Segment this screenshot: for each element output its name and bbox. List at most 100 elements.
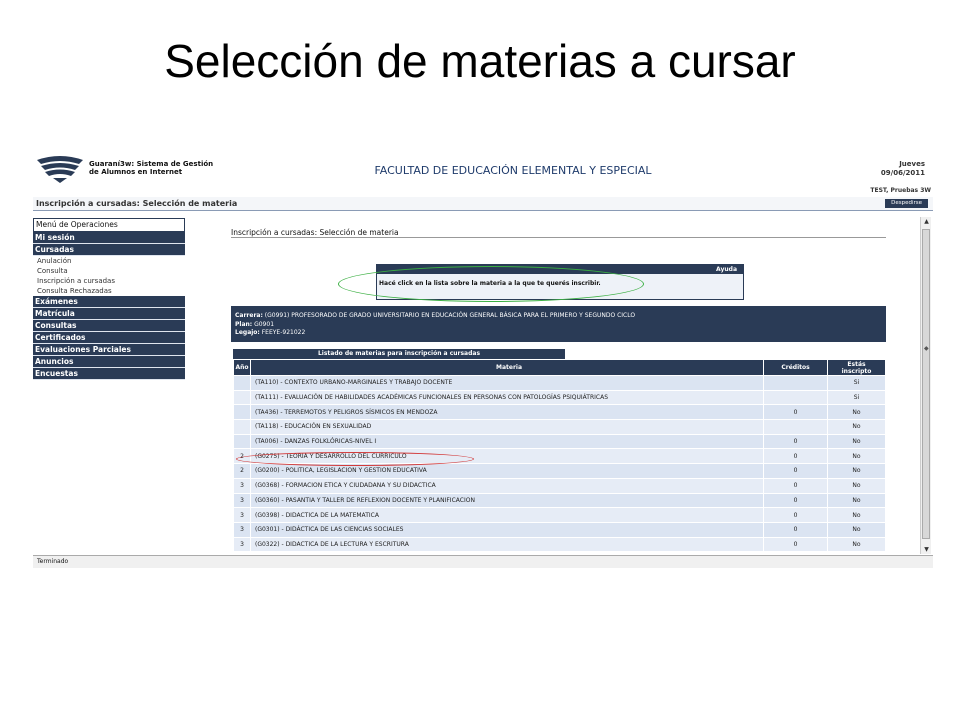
row-subject-link[interactable]: (G0200) - POLITICA, LEGISLACION Y GESTIO… — [249, 463, 765, 479]
date-box: Jueves 09/06/2011 — [881, 160, 925, 178]
table-row[interactable]: 3 (G0398) - DIDACTICA DE LA MATEMATICA 0 No — [233, 507, 886, 523]
row-enrolled: No — [827, 419, 886, 435]
table-row[interactable]: 3 (G0360) - PASANTIA Y TALLER DE REFLEXIO… — [233, 492, 886, 509]
row-subject-link[interactable]: (TA436) - TERREMOTOS Y PELIGROS SÍSMICOS… — [249, 404, 765, 421]
row-subject-link[interactable]: (TA118) - EDUCACIÓN EN SEXUALIDAD — [249, 419, 765, 435]
row-enrolled: Si — [827, 389, 886, 406]
menu-item-anuncios[interactable]: Anuncios — [33, 356, 185, 368]
row-year: 2 — [233, 463, 251, 479]
row-year: 3 — [233, 492, 251, 509]
row-subject-link[interactable]: (TA110) - CONTEXTO URBANO-MARGINALES Y T… — [249, 375, 765, 391]
content-title: Inscripción a cursadas: Selección de mat… — [231, 228, 399, 237]
table-row[interactable]: 3 (G0301) - DIDÁCTICA DE LAS CIENCIAS SOC… — [233, 521, 886, 538]
row-enrolled: No — [827, 404, 886, 421]
slide-title: Selección de materias a cursar — [164, 35, 796, 87]
row-enrolled: No — [827, 507, 886, 523]
header-credits: Créditos — [763, 359, 829, 376]
guarani-logo-icon — [37, 156, 83, 183]
row-year — [233, 419, 251, 435]
weekday: Jueves — [899, 160, 925, 168]
red-highlight-ellipse — [236, 452, 474, 466]
table-row[interactable]: (TA111) - EVALUACIÓN DE HABILIDADES ACAD… — [233, 389, 886, 406]
row-enrolled: No — [827, 492, 886, 509]
vertical-scrollbar[interactable]: ▲ ▼ — [920, 217, 931, 554]
row-subject-link[interactable]: (TA006) - DANZAS FOLKLÓRICAS-NIVEL I — [249, 433, 765, 450]
plan-value: G0901 — [252, 320, 275, 328]
legajo-line: Legajo: FEEYE-921022 — [235, 329, 882, 338]
header-year: Año — [233, 359, 251, 376]
row-subject-link[interactable]: (G0322) - DIDACTICA DE LA LECTURA Y ESCR… — [249, 536, 765, 553]
row-enrolled: No — [827, 448, 886, 465]
row-credits: 0 — [763, 463, 829, 479]
menu-item-encuestas[interactable]: Encuestas — [33, 368, 185, 380]
table-row[interactable]: (TA118) - EDUCACIÓN EN SEXUALIDAD No — [233, 419, 886, 435]
career-info: Carrera: (G0991) PROFESORADO DE GRADO UN… — [231, 306, 886, 342]
scrollbar-thumb[interactable] — [922, 229, 930, 539]
date: 09/06/2011 — [880, 169, 925, 177]
green-highlight-ellipse — [338, 266, 644, 302]
scroll-down-arrow-icon[interactable]: ▼ — [922, 545, 931, 554]
legajo-label: Legajo: — [235, 329, 260, 336]
header-enrolled: Estás inscripto — [827, 359, 886, 376]
row-credits: 0 — [763, 477, 829, 494]
row-subject-link[interactable]: (TA111) - EVALUACIÓN DE HABILIDADES ACAD… — [249, 389, 765, 406]
row-subject-link[interactable]: (G0301) - DIDÁCTICA DE LAS CIENCIAS SOCI… — [249, 521, 765, 538]
menu-item-evaluaciones[interactable]: Evaluaciones Parciales — [33, 344, 185, 356]
operations-menu: Menú de Operaciones Mi sesión Cursadas A… — [33, 218, 185, 380]
row-subject-link[interactable]: (G0368) - FORMACION ETICA Y CIUDADANA Y … — [249, 477, 765, 494]
page-title-bar: Inscripción a cursadas: Selección de mat… — [33, 197, 933, 211]
row-subject-link[interactable]: (G0360) - PASANTIA Y TALLER DE REFLEXION… — [249, 492, 765, 509]
submenu-item-consulta-rechazadas[interactable]: Consulta Rechazadas — [33, 286, 185, 296]
submenu-item-anulacion[interactable]: Anulación — [33, 256, 185, 266]
row-credits: 0 — [763, 448, 829, 465]
row-credits — [763, 419, 829, 435]
system-name: Guaraní3w: Sistema de Gestión de Alumnos… — [89, 160, 213, 176]
row-year: 3 — [233, 507, 251, 523]
submenu-item-consulta[interactable]: Consulta — [33, 266, 185, 276]
logout-button[interactable]: Despedirse — [885, 199, 928, 208]
row-enrolled: No — [827, 521, 886, 538]
plan-label: Plan: — [235, 320, 253, 328]
submenu-item-inscripcion[interactable]: Inscripción a cursadas — [33, 276, 185, 286]
plan-line: Plan: G0901 — [235, 321, 882, 330]
row-enrolled: No — [827, 477, 886, 494]
header-enrolled-line2: inscripto — [841, 367, 872, 375]
menu-item-examenes[interactable]: Exámenes — [33, 296, 185, 308]
row-credits: 0 — [763, 507, 829, 523]
row-year — [233, 389, 251, 406]
table-row[interactable]: 3 (G0368) - FORMACION ETICA Y CIUDADANA Y… — [233, 477, 886, 494]
table-row[interactable]: (TA006) - DANZAS FOLKLÓRICAS-NIVEL I 0 No — [233, 433, 886, 450]
table-row[interactable]: (TA436) - TERREMOTOS Y PELIGROS SÍSMICOS… — [233, 404, 886, 421]
row-subject-link[interactable]: (G0398) - DIDACTICA DE LA MATEMATICA — [249, 507, 765, 523]
scroll-up-arrow-icon[interactable]: ▲ — [922, 217, 931, 226]
menu-item-mi-sesion[interactable]: Mi sesión — [33, 232, 185, 244]
legajo-value: FEEYE-921022 — [259, 329, 306, 336]
row-credits — [763, 389, 829, 406]
menu-item-matricula[interactable]: Matrícula — [33, 308, 185, 320]
app-header: Guaraní3w: Sistema de Gestión de Alumnos… — [33, 152, 933, 202]
row-year — [233, 375, 251, 391]
table-row[interactable]: (TA110) - CONTEXTO URBANO-MARGINALES Y T… — [233, 375, 886, 391]
row-year — [233, 433, 251, 450]
row-enrolled: No — [827, 433, 886, 450]
menu-item-consultas[interactable]: Consultas — [33, 320, 185, 332]
row-credits: 0 — [763, 492, 829, 509]
career-line: Carrera: (G0991) PROFESORADO DE GRADO UN… — [235, 312, 882, 321]
career-label: Carrera: — [235, 312, 263, 319]
content-divider — [231, 237, 886, 238]
menu-header: Menú de Operaciones — [33, 218, 185, 232]
row-credits: 0 — [763, 536, 829, 553]
row-year: 3 — [233, 477, 251, 494]
row-enrolled: No — [827, 536, 886, 553]
table-row[interactable]: 3 (G0322) - DIDACTICA DE LA LECTURA Y ESC… — [233, 536, 886, 553]
row-enrolled: No — [827, 463, 886, 479]
career-value: (G0991) PROFESORADO DE GRADO UNIVERSITAR… — [262, 312, 636, 319]
row-enrolled: Si — [827, 375, 886, 391]
menu-item-cursadas[interactable]: Cursadas — [33, 244, 185, 256]
system-name-line1: Guaraní3w: Sistema de Gestión — [89, 160, 214, 168]
system-name-line2: de Alumnos en Internet — [89, 168, 183, 176]
row-year: 3 — [233, 521, 251, 538]
menu-item-certificados[interactable]: Certificados — [33, 332, 185, 344]
user-name: TEST, Pruebas 3W — [870, 187, 931, 194]
row-credits: 0 — [763, 433, 829, 450]
